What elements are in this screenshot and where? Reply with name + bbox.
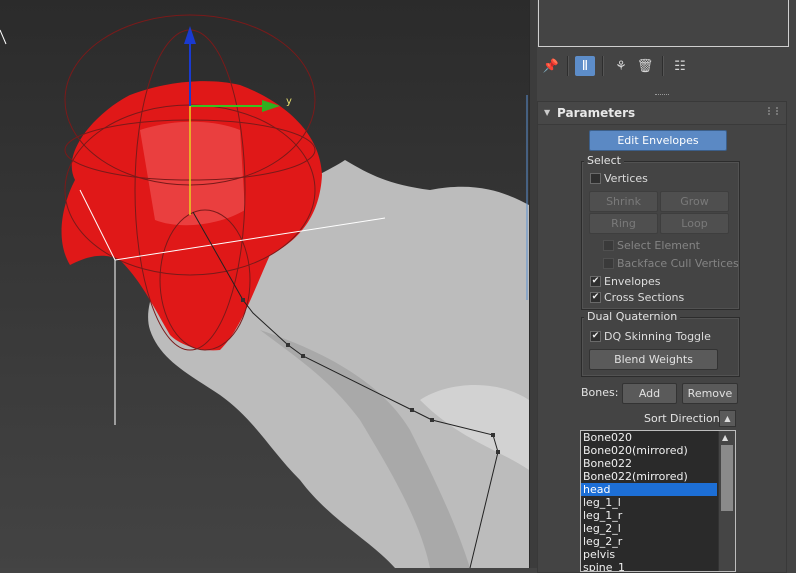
bones-list-scrollbar[interactable]: ▲ <box>718 431 735 571</box>
remove-modifier-icon[interactable]: 🗑 <box>635 56 655 76</box>
show-end-result-icon[interactable]: Ⅱ <box>575 56 595 76</box>
list-item[interactable]: leg_1_r <box>581 509 717 522</box>
scroll-up-arrow-icon[interactable]: ▲ <box>722 433 728 442</box>
blend-weights-button[interactable]: Blend Weights <box>589 349 718 370</box>
parameters-rollout-header[interactable]: ▼ Parameters <box>538 102 786 125</box>
checkbox-box <box>590 173 601 184</box>
gizmo-z-arrow <box>184 26 196 44</box>
envelopes-label: Envelopes <box>604 275 661 288</box>
list-item[interactable]: pelvis <box>581 548 717 561</box>
list-item[interactable]: Bone020(mirrored) <box>581 444 717 457</box>
bones-list[interactable]: Bone020 Bone020(mirrored) Bone022 Bone02… <box>580 430 736 572</box>
sort-direction-button[interactable]: ▲ <box>719 410 736 427</box>
panel-drag-handle[interactable] <box>537 91 796 99</box>
modify-panel: 📌 Ⅱ ⚘ 🗑 ☷ ▼ Parameters Edit Envelopes Se… <box>537 0 796 573</box>
list-item[interactable]: leg_2_l <box>581 522 717 535</box>
toolbar-separator <box>602 56 604 76</box>
toolbar-separator <box>662 56 664 76</box>
loop-button[interactable]: Loop <box>660 213 729 234</box>
toolbar-separator <box>567 56 569 76</box>
viewport-3d[interactable]: y <box>0 0 529 568</box>
sort-direction-label: Sort Direction: <box>644 412 724 425</box>
checkmark-icon: ✔ <box>590 292 601 303</box>
ring-button[interactable]: Ring <box>589 213 658 234</box>
backface-cull-label: Backface Cull Vertices <box>617 257 739 270</box>
vertices-checkbox[interactable]: Vertices <box>590 172 648 185</box>
remove-bone-button[interactable]: Remove <box>682 383 738 404</box>
pin-stack-icon[interactable]: 📌 <box>541 56 561 76</box>
grip-icon <box>655 94 669 97</box>
modifier-stack-list[interactable] <box>538 0 789 47</box>
dq-skinning-checkbox[interactable]: ✔ DQ Skinning Toggle <box>590 330 711 343</box>
vertices-label: Vertices <box>604 172 648 185</box>
select-group-label: Select <box>584 154 624 167</box>
edit-envelopes-button[interactable]: Edit Envelopes <box>589 130 727 151</box>
rollout-grip-icon <box>768 107 778 115</box>
modifier-toolbar: 📌 Ⅱ ⚘ 🗑 ☷ <box>537 52 796 80</box>
envelope-face <box>140 121 245 226</box>
gizmo-y-label: y <box>286 96 292 107</box>
select-element-label: Select Element <box>617 239 700 252</box>
list-item[interactable]: Bone020 <box>581 431 717 444</box>
collapse-arrow-icon: ▼ <box>544 108 551 117</box>
shrink-button[interactable]: Shrink <box>589 191 658 212</box>
checkbox-box <box>603 258 614 269</box>
checkbox-box <box>603 240 614 251</box>
backface-cull-checkbox[interactable]: Backface Cull Vertices <box>603 257 739 270</box>
add-bone-button[interactable]: Add <box>622 383 677 404</box>
make-unique-icon[interactable]: ⚘ <box>611 56 631 76</box>
list-item-selected[interactable]: head <box>581 483 717 496</box>
bones-label: Bones: <box>581 386 619 399</box>
list-item[interactable]: spine_1 <box>581 561 717 571</box>
parameters-rollout: ▼ Parameters Edit Envelopes Select Verti… <box>537 101 787 573</box>
select-element-checkbox[interactable]: Select Element <box>603 239 700 252</box>
cross-sections-checkbox[interactable]: ✔ Cross Sections <box>590 291 684 304</box>
list-item[interactable]: Bone022(mirrored) <box>581 470 717 483</box>
checkmark-icon: ✔ <box>590 331 601 342</box>
rollout-title: Parameters <box>557 106 636 120</box>
dq-skinning-label: DQ Skinning Toggle <box>604 330 711 343</box>
list-item[interactable]: leg_2_r <box>581 535 717 548</box>
dual-quaternion-label: Dual Quaternion <box>584 310 681 323</box>
list-item[interactable]: Bone022 <box>581 457 717 470</box>
configure-modifier-sets-icon[interactable]: ☷ <box>670 56 690 76</box>
sort-up-arrow-icon: ▲ <box>724 414 731 423</box>
envelopes-checkbox[interactable]: ✔ Envelopes <box>590 275 660 288</box>
scene-canvas[interactable]: y <box>0 0 529 568</box>
grow-button[interactable]: Grow <box>660 191 729 212</box>
cross-sections-label: Cross Sections <box>604 291 685 304</box>
checkmark-icon: ✔ <box>590 276 601 287</box>
list-item[interactable]: leg_1_l <box>581 496 717 509</box>
scrollbar-thumb[interactable] <box>721 445 733 511</box>
